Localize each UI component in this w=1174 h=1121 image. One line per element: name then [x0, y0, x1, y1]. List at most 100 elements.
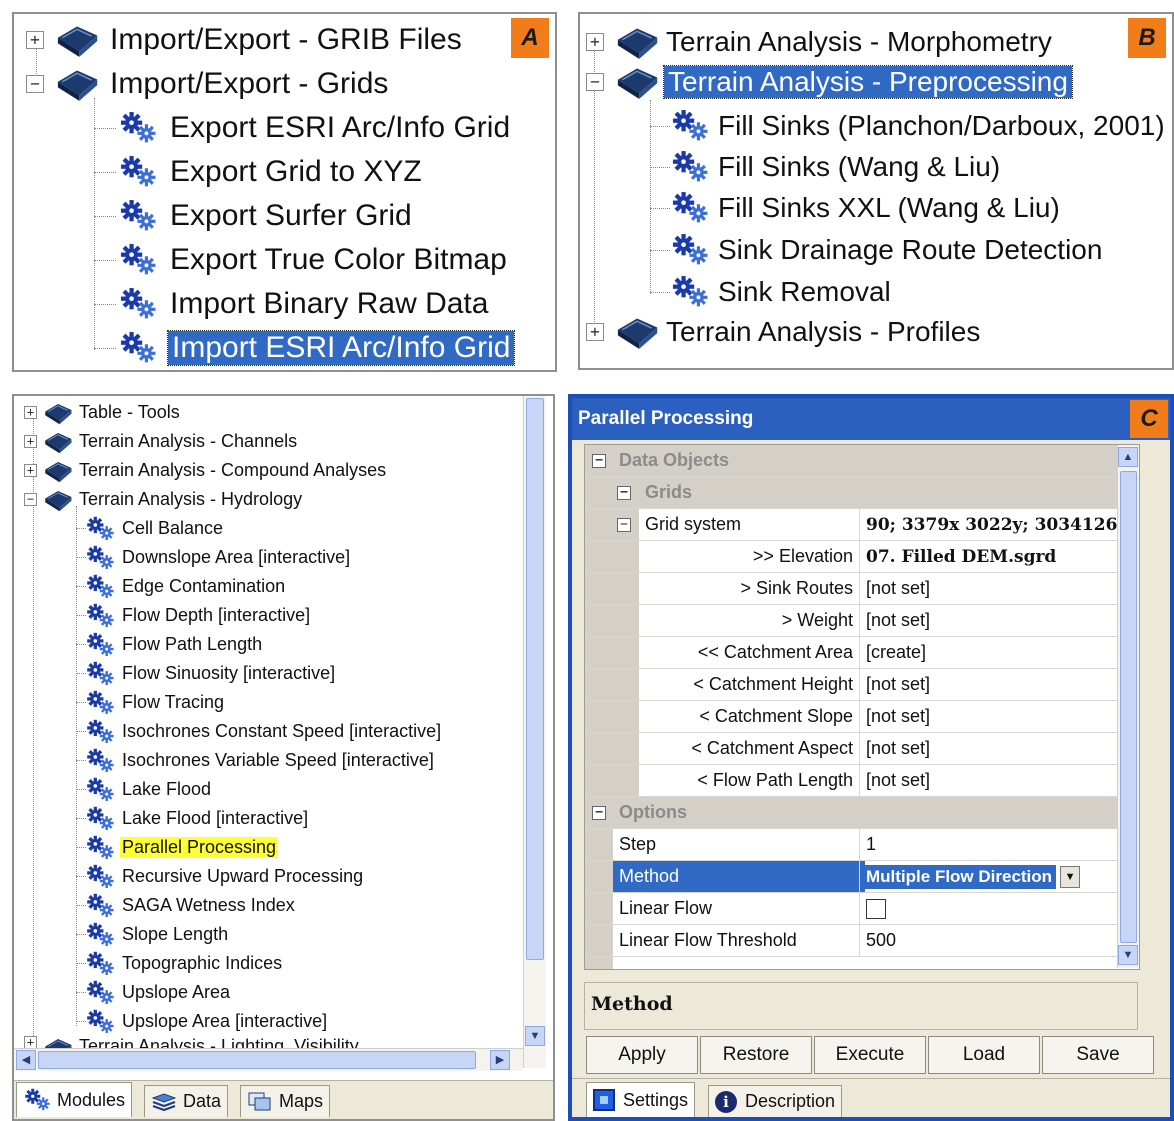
tree-item-sink-removal[interactable]: Sink Removal [668, 270, 891, 314]
tree-item-export-bitmap[interactable]: Export True Color Bitmap [116, 238, 507, 282]
vertical-scrollbar[interactable]: ▼ [523, 396, 546, 1068]
collapse-icon[interactable]: − [24, 493, 37, 506]
execute-button[interactable]: Execute [814, 1036, 926, 1074]
tree-group[interactable]: + Table - Tools [24, 398, 180, 427]
scroll-down-icon[interactable]: ▼ [1118, 945, 1138, 965]
tree-item-export-surfer[interactable]: Export Surfer Grid [116, 194, 412, 238]
prop-linear-flow[interactable]: Linear Flow [585, 893, 1139, 925]
collapse-icon[interactable]: − [586, 73, 604, 91]
expand-icon[interactable]: + [24, 435, 37, 448]
prop-value[interactable]: [not set] [859, 733, 1139, 764]
restore-button[interactable]: Restore [700, 1036, 812, 1074]
tree-item[interactable]: Flow Sinuosity [interactive] [84, 659, 337, 688]
tree-group[interactable]: − Terrain Analysis - Hydrology [24, 485, 302, 514]
tree-item[interactable]: Topographic Indices [84, 949, 284, 978]
prop-value[interactable]: 1 [859, 829, 1139, 860]
prop-row[interactable]: < Catchment Height [not set] [585, 669, 1139, 701]
prop-row[interactable]: >> Elevation 07. Filled DEM.sgrd [585, 541, 1139, 573]
tree-group-grib[interactable]: + Import/Export - GRIB Files [26, 18, 462, 62]
prop-value[interactable]: [create] [859, 637, 1139, 668]
tree-item[interactable]: Parallel Processing [84, 833, 279, 862]
tree-item[interactable]: Upslope Area [interactive] [84, 1007, 329, 1036]
scroll-right-icon[interactable]: ▶ [490, 1050, 510, 1070]
tree-item[interactable]: Isochrones Variable Speed [interactive] [84, 746, 436, 775]
prop-value[interactable]: [not set] [859, 701, 1139, 732]
prop-value[interactable]: [not set] [859, 669, 1139, 700]
collapse-icon[interactable]: − [26, 75, 44, 93]
collapse-icon[interactable]: − [617, 517, 631, 532]
tree-item[interactable]: Edge Contamination [84, 572, 287, 601]
tree-group-morphometry[interactable]: + Terrain Analysis - Morphometry [586, 20, 1052, 64]
scroll-down-icon[interactable]: ▼ [525, 1026, 545, 1046]
scroll-thumb[interactable] [1120, 471, 1137, 943]
tree-item-import-binary[interactable]: Import Binary Raw Data [116, 282, 488, 326]
tree-item-import-esri[interactable]: Import ESRI Arc/Info Grid [116, 326, 516, 370]
expand-icon[interactable]: + [24, 406, 37, 419]
scroll-thumb[interactable] [526, 398, 544, 960]
horizontal-scrollbar[interactable]: ◀ ▶ [14, 1048, 523, 1071]
category-grids[interactable]: − Grids [585, 477, 1139, 509]
tree-item[interactable]: Flow Tracing [84, 688, 226, 717]
collapse-icon[interactable]: − [592, 453, 606, 468]
expand-icon[interactable]: + [24, 464, 37, 477]
prop-value[interactable]: [not set] [859, 573, 1139, 604]
tree-item[interactable]: Upslope Area [84, 978, 232, 1007]
tab-data[interactable]: Data [144, 1085, 229, 1117]
prop-row[interactable]: << Catchment Area [create] [585, 637, 1139, 669]
prop-value[interactable]: 500 [859, 925, 1139, 956]
tree-item[interactable]: SAGA Wetness Index [84, 891, 297, 920]
tree-item[interactable]: Flow Path Length [84, 630, 264, 659]
load-button[interactable]: Load [928, 1036, 1040, 1074]
tree-item-fill-sinks-planchon[interactable]: Fill Sinks (Planchon/Darboux, 2001) [668, 104, 1165, 148]
tree-item[interactable]: Slope Length [84, 920, 230, 949]
chevron-down-icon[interactable]: ▼ [1060, 865, 1081, 888]
prop-row[interactable]: < Flow Path Length [not set] [585, 765, 1139, 797]
tree-item-sink-drainage[interactable]: Sink Drainage Route Detection [668, 228, 1102, 272]
tree-item-fill-sinks-wang[interactable]: Fill Sinks (Wang & Liu) [668, 145, 1000, 189]
tree-group-profiles[interactable]: + Terrain Analysis - Profiles [586, 310, 980, 354]
tree-item[interactable]: Cell Balance [84, 514, 225, 543]
prop-value[interactable]: [not set] [859, 765, 1139, 796]
tree-item[interactable]: Recursive Upward Processing [84, 862, 365, 891]
scroll-up-icon[interactable]: ▲ [1118, 447, 1138, 467]
category-options[interactable]: − Options [585, 797, 1139, 829]
tree-group[interactable]: + Terrain Analysis - Channels [24, 427, 297, 456]
tree-item[interactable]: Lake Flood [84, 775, 213, 804]
prop-grid-system[interactable]: − Grid system 90; 3379x 3022y; 3034126. [585, 509, 1139, 541]
prop-linear-threshold[interactable]: Linear Flow Threshold 500 [585, 925, 1139, 957]
prop-step[interactable]: Step 1 [585, 829, 1139, 861]
prop-value[interactable]: [not set] [859, 605, 1139, 636]
scroll-thumb[interactable] [38, 1051, 476, 1069]
prop-row[interactable]: < Catchment Slope [not set] [585, 701, 1139, 733]
tree-item-fill-sinks-xxl[interactable]: Fill Sinks XXL (Wang & Liu) [668, 186, 1060, 230]
expand-icon[interactable]: + [26, 31, 44, 49]
save-button[interactable]: Save [1042, 1036, 1154, 1074]
tree-item[interactable]: Flow Depth [interactive] [84, 601, 312, 630]
collapse-icon[interactable]: − [592, 805, 606, 820]
tree-item[interactable]: Isochrones Constant Speed [interactive] [84, 717, 443, 746]
scroll-left-icon[interactable]: ◀ [16, 1050, 36, 1070]
tree-group-grids[interactable]: − Import/Export - Grids [26, 62, 388, 106]
tree-group-preprocessing[interactable]: − Terrain Analysis - Preprocessing [586, 60, 1073, 104]
grid-scrollbar[interactable]: ▲ ▼ [1117, 445, 1139, 968]
tab-settings[interactable]: Settings [586, 1082, 696, 1117]
tree-item[interactable]: Downslope Area [interactive] [84, 543, 352, 572]
prop-method[interactable]: Method Multiple Flow Direction ▼ [585, 861, 1139, 893]
expand-icon[interactable]: + [586, 323, 604, 341]
linear-flow-checkbox[interactable] [866, 898, 886, 919]
method-dropdown[interactable]: Multiple Flow Direction ▼ [859, 861, 1139, 892]
tree-item[interactable]: Lake Flood [interactive] [84, 804, 310, 833]
expand-icon[interactable]: + [586, 33, 604, 51]
tree-item-export-esri[interactable]: Export ESRI Arc/Info Grid [116, 106, 510, 150]
tree-group[interactable]: + Terrain Analysis - Compound Analyses [24, 456, 386, 485]
prop-row[interactable]: < Catchment Aspect [not set] [585, 733, 1139, 765]
tab-maps[interactable]: Maps [240, 1085, 331, 1117]
tab-modules[interactable]: Modules [16, 1082, 133, 1117]
tree-item-export-xyz[interactable]: Export Grid to XYZ [116, 150, 422, 194]
prop-row[interactable]: > Sink Routes [not set] [585, 573, 1139, 605]
apply-button[interactable]: Apply [586, 1036, 698, 1074]
prop-row[interactable]: > Weight [not set] [585, 605, 1139, 637]
tab-description[interactable]: i Description [708, 1085, 843, 1117]
prop-value[interactable]: 07. Filled DEM.sgrd [859, 541, 1139, 572]
category-data-objects[interactable]: − Data Objects [585, 445, 1139, 477]
